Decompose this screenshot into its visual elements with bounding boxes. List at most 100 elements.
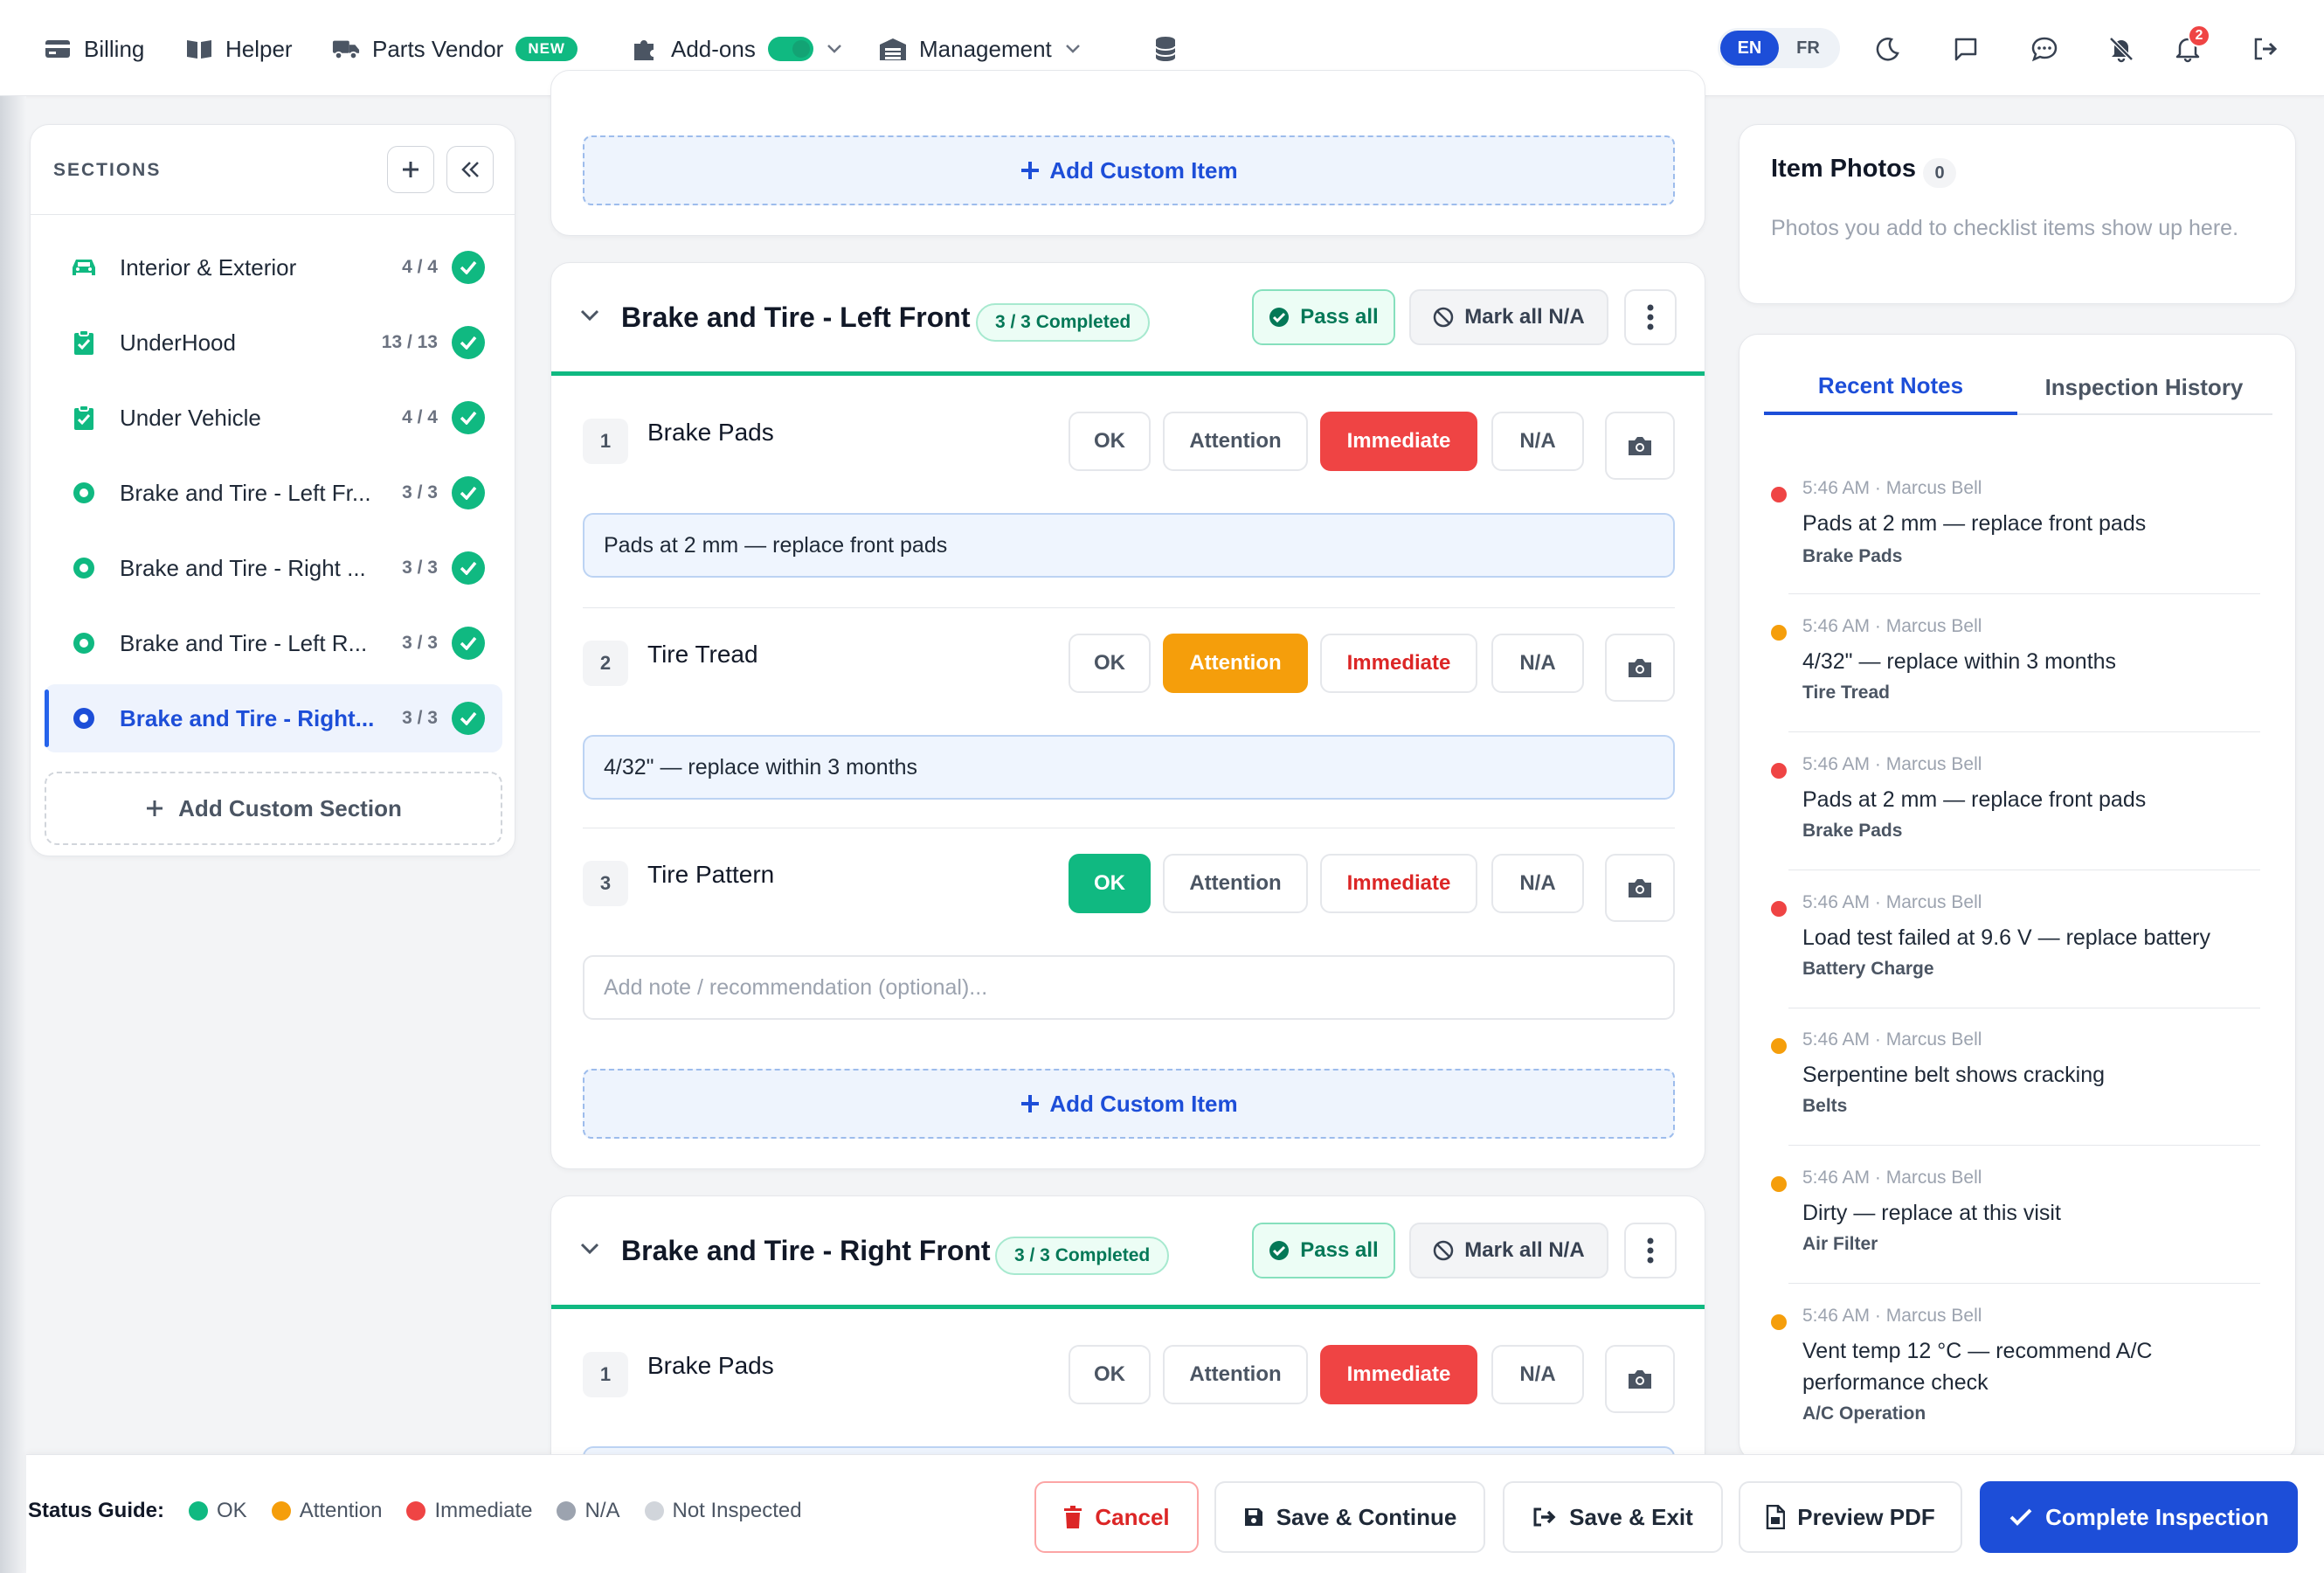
item-name: Brake Pads [647,419,774,446]
camera-button[interactable] [1605,854,1675,922]
save-continue-button[interactable]: Save & Continue [1214,1481,1485,1553]
plus-icon [1020,160,1041,181]
logout-icon[interactable] [2247,31,2282,66]
nav-management[interactable]: Management [879,30,1082,68]
item-number: 1 [583,419,628,464]
item-note-field[interactable]: 4/32" — replace within 3 months [583,735,1675,800]
nav-helper[interactable]: Helper [185,30,293,68]
checklist-item-brake-pads: 1 Brake Pads OK Attention Immediate N/A … [583,412,1675,578]
clipboard-check-icon [71,329,97,356]
nav-add-ons[interactable]: Add-ons [631,30,843,68]
na-button[interactable]: N/A [1491,412,1584,471]
database-icon[interactable] [1148,31,1183,66]
message-square-icon[interactable] [1948,31,1983,66]
camera-button[interactable] [1605,634,1675,702]
camera-button[interactable] [1605,1345,1675,1413]
preview-pdf-button[interactable]: Preview PDF [1739,1481,1962,1553]
section-progress-line [551,371,1705,376]
book-icon [185,35,213,63]
attention-button[interactable]: Attention [1163,634,1308,693]
immediate-button[interactable]: Immediate [1320,1345,1477,1404]
ban-icon [1433,307,1454,328]
add-section-button[interactable] [387,146,434,193]
sidebar-item-count: 13 / 13 [381,332,438,352]
item-note-input[interactable]: Add note / recommendation (optional)... [583,955,1675,1020]
sidebar-item-count: 4 / 4 [402,257,438,277]
complete-inspection-button[interactable]: Complete Inspection [1980,1481,2298,1553]
na-button[interactable]: N/A [1491,634,1584,693]
pass-all-button[interactable]: Pass all [1252,289,1395,345]
nav-billing[interactable]: Billing [44,30,144,68]
ok-button[interactable]: OK [1069,412,1151,471]
section-menu-button[interactable] [1624,289,1677,345]
chevron-down-icon[interactable] [578,1237,605,1265]
immediate-button[interactable]: Immediate [1320,854,1477,913]
bell-icon[interactable]: 2 [2170,24,2210,66]
sidebar-item-label: Brake and Tire - Right ... [120,554,366,581]
lang-en[interactable]: EN [1720,31,1779,66]
sidebar-item-brake-tire-left-rear[interactable]: Brake and Tire - Left R... 3 / 3 [45,609,502,677]
ok-button[interactable]: OK [1069,634,1151,693]
sidebar-item-interior-exterior[interactable]: Interior & Exterior 4 / 4 [45,233,502,301]
note-list-item[interactable]: 5:46 AM · Marcus Bell Load test failed a… [1764,892,2272,1023]
chevron-down-icon[interactable] [578,303,605,331]
check-circle-icon [452,551,485,585]
note-list-item[interactable]: 5:46 AM · Marcus Bell Pads at 2 mm — rep… [1764,478,2272,609]
item-note-field[interactable]: Pads at 2 mm — replace front pads [583,513,1675,578]
attention-button[interactable]: Attention [1163,412,1308,471]
check-circle-icon [452,476,485,509]
check-circle-icon [452,401,485,434]
immediate-button[interactable]: Immediate [1320,634,1477,693]
item-number: 1 [583,1352,628,1397]
camera-button[interactable] [1605,412,1675,480]
notes-tabs: Recent Notes Inspection History [1764,359,2272,415]
attention-button[interactable]: Attention [1163,854,1308,913]
nav-parts-vendor[interactable]: Parts Vendor NEW [332,30,578,68]
immediate-button[interactable]: Immediate [1320,412,1477,471]
moon-icon[interactable] [1870,31,1905,66]
attention-button[interactable]: Attention [1163,1345,1308,1404]
sidebar-item-under-vehicle[interactable]: Under Vehicle 4 / 4 [45,384,502,452]
sidebar-item-count: 3 / 3 [402,708,438,728]
sidebar-item-brake-tire-left-front[interactable]: Brake and Tire - Left Fr... 3 / 3 [45,459,502,527]
kebab-menu-icon [1647,1237,1654,1264]
add-custom-item-button[interactable]: Add Custom Item [583,135,1675,205]
item-name: Brake Pads [647,1352,774,1379]
severity-dot [1771,625,1787,641]
bell-off-icon[interactable] [2104,31,2139,66]
note-text: Pads at 2 mm — replace front pads [1802,511,2147,536]
collapse-sidebar-button[interactable] [446,146,494,193]
add-ons-toggle[interactable] [767,37,813,61]
sidebar-item-brake-tire-right-front[interactable]: Brake and Tire - Right ... 3 / 3 [45,534,502,602]
note-list-item[interactable]: 5:46 AM · Marcus Bell Pads at 2 mm — rep… [1764,754,2272,885]
note-list-item[interactable]: 5:46 AM · Marcus Bell Serpentine belt sh… [1764,1029,2272,1161]
check-circle-icon [452,702,485,735]
check-circle-icon [452,627,485,660]
save-exit-button[interactable]: Save & Exit [1503,1481,1723,1553]
na-button[interactable]: N/A [1491,1345,1584,1404]
add-custom-section-button[interactable]: Add Custom Section [45,772,502,845]
ok-button[interactable]: OK [1069,1345,1151,1404]
note-list-item[interactable]: 5:46 AM · Marcus Bell Vent temp 12 °C — … [1764,1306,2272,1454]
add-custom-item-button[interactable]: Add Custom Item [583,1069,1675,1139]
note-text: Dirty — replace at this visit [1802,1201,2061,1225]
section-menu-button[interactable] [1624,1223,1677,1278]
tab-inspection-history[interactable]: Inspection History [2017,359,2271,415]
sidebar-item-brake-tire-right-rear[interactable]: Brake and Tire - Right... 3 / 3 [45,684,502,752]
language-switcher[interactable]: EN FR [1718,28,1840,68]
note-list-item[interactable]: 5:46 AM · Marcus Bell Dirty — replace at… [1764,1168,2272,1299]
nav-parts-vendor-label: Parts Vendor [372,35,504,62]
na-button[interactable]: N/A [1491,854,1584,913]
sections-title: SECTIONS [53,160,162,180]
tab-recent-notes[interactable]: Recent Notes [1764,359,2017,415]
pass-all-button[interactable]: Pass all [1252,1223,1395,1278]
cancel-button[interactable]: Cancel [1034,1481,1199,1553]
mark-all-na-button[interactable]: Mark all N/A [1409,289,1608,345]
mark-all-na-button[interactable]: Mark all N/A [1409,1223,1608,1278]
lang-fr[interactable]: FR [1779,31,1837,66]
ok-button[interactable]: OK [1069,854,1151,913]
sidebar-item-underhood[interactable]: UnderHood 13 / 13 [45,308,502,377]
chat-bubble-icon[interactable] [2027,31,2062,66]
note-list-item[interactable]: 5:46 AM · Marcus Bell 4/32" — replace wi… [1764,616,2272,747]
save-exit-label: Save & Exit [1569,1503,1693,1530]
